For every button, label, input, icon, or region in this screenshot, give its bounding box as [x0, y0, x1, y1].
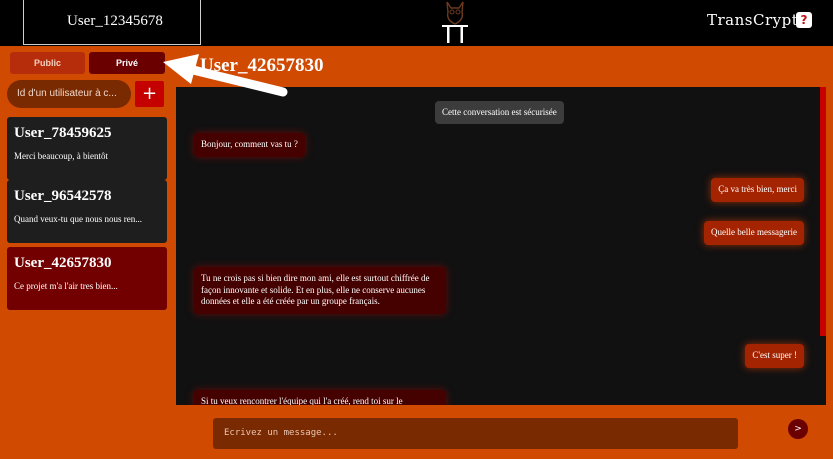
add-conversation-button[interactable]: +: [135, 81, 164, 107]
current-user-label: User_12345678: [67, 13, 163, 29]
conversation-item[interactable]: User_96542578 Quand veux-tu que nous nou…: [7, 180, 167, 243]
message-outgoing: Quelle belle messagerie: [704, 221, 804, 245]
conversation-name: User_96542578: [14, 188, 112, 204]
conversation-item[interactable]: User_78459625 Merci beaucoup, à bientôt: [7, 117, 167, 180]
main-area: Public Privé Id d'un utilisateur à c... …: [0, 46, 833, 459]
conversation-item-active[interactable]: User_42657830 Ce projet m'a l'air tres b…: [7, 247, 167, 310]
conversation-preview: Merci beaucoup, à bientôt: [14, 151, 108, 161]
tab-public[interactable]: Public: [10, 52, 85, 74]
message-incoming: Si tu veux rencontrer l'équipe qui l'a c…: [194, 390, 446, 405]
help-button[interactable]: ?: [796, 12, 812, 28]
tab-private[interactable]: Privé: [89, 52, 165, 74]
message-outgoing: C'est super !: [745, 344, 804, 368]
conversation-name: User_78459625: [14, 125, 112, 141]
conversation-name: User_42657830: [14, 255, 112, 271]
top-bar: User_12345678 TransCrypt ?: [0, 0, 833, 46]
chat-scrollbar[interactable]: [820, 87, 826, 336]
send-button[interactable]: >: [788, 419, 808, 439]
owl-logo-icon: [442, 1, 468, 43]
conversation-preview: Ce projet m'a l'air tres bien...: [14, 281, 118, 291]
brand-name: TransCrypt: [707, 11, 799, 29]
message-incoming: Tu ne crois pas si bien dire mon ami, el…: [194, 267, 446, 314]
security-notice: Cette conversation est sécurisée: [435, 101, 564, 124]
user-id-search-input[interactable]: Id d'un utilisateur à c...: [7, 80, 131, 108]
message-incoming: Bonjour, comment vas tu ?: [194, 133, 305, 157]
current-user-box[interactable]: User_12345678: [23, 0, 201, 45]
chat-title: User_42657830: [200, 55, 324, 76]
conversation-preview: Quand veux-tu que nous nous ren...: [14, 214, 142, 224]
message-outgoing: Ça va très bien, merci: [711, 178, 804, 202]
chat-panel[interactable]: Cette conversation est sécurisée Bonjour…: [176, 87, 826, 405]
message-input[interactable]: Ecrivez un message...: [213, 418, 738, 449]
